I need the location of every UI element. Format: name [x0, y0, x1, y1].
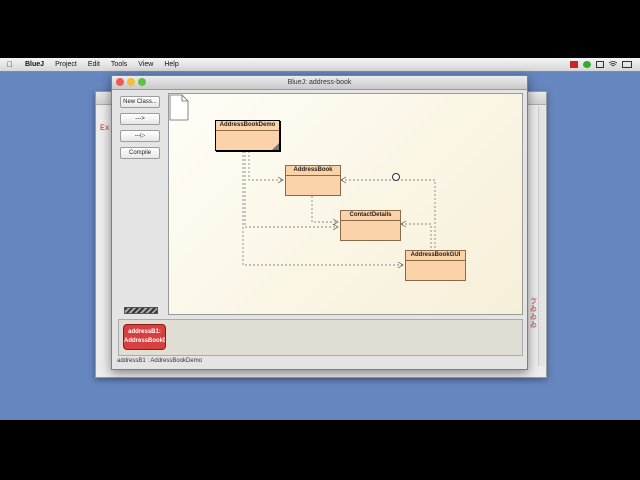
- apple-menu-icon[interactable]: : [0, 60, 20, 69]
- mouse-cursor: [392, 173, 400, 181]
- desktop:  BlueJ Project Edit Tools View Help Ex …: [0, 58, 640, 420]
- inherits-arrow-button[interactable]: ---▷: [120, 130, 160, 142]
- display-icon[interactable]: [596, 61, 604, 68]
- uncompiled-hatching: [272, 143, 279, 150]
- window-titlebar[interactable]: BlueJ: address-book: [112, 76, 527, 90]
- object-addressb1[interactable]: addressB1: AddressBookD: [123, 324, 166, 350]
- class-name: AddressBookGUI: [410, 252, 461, 258]
- class-addressbook[interactable]: AddressBook: [285, 165, 341, 196]
- wifi-icon[interactable]: [608, 61, 618, 68]
- object-bench[interactable]: addressB1: AddressBookD: [118, 319, 523, 356]
- mac-menubar:  BlueJ Project Edit Tools View Help: [0, 58, 640, 72]
- menu-edit[interactable]: Edit: [83, 58, 106, 71]
- class-addressbookgui[interactable]: AddressBookGUI: [405, 250, 466, 281]
- menu-view[interactable]: View: [133, 58, 159, 71]
- uses-arrow-button[interactable]: --->: [120, 113, 160, 125]
- tool-panel: New Class... ---> ---▷ Compile: [120, 96, 160, 164]
- window-title: BlueJ: address-book: [287, 79, 352, 86]
- class-diagram-canvas[interactable]: AddressBookDemo AddressBook ContactDetai…: [168, 93, 523, 315]
- menu-help[interactable]: Help: [159, 58, 184, 71]
- sync-icon[interactable]: [583, 61, 591, 68]
- battery-icon[interactable]: [622, 61, 632, 68]
- readme-document-icon[interactable]: [169, 94, 189, 121]
- class-name: AddressBook: [293, 167, 333, 173]
- background-code-text: Ex: [100, 124, 110, 133]
- object-name: addressB1:: [128, 329, 161, 335]
- class-contactdetails[interactable]: ContactDetails: [340, 210, 401, 241]
- class-addressbookdemo[interactable]: AddressBookDemo: [215, 120, 280, 151]
- status-bar: addressB1 : AddressBookDemo: [117, 358, 203, 364]
- class-name: AddressBookDemo: [219, 122, 276, 128]
- machine-activity-indicator: [124, 307, 158, 314]
- background-scrollbar[interactable]: [538, 106, 545, 366]
- new-class-button[interactable]: New Class...: [120, 96, 160, 108]
- bluej-project-window: BlueJ: address-book New Class... ---> --…: [111, 75, 528, 370]
- object-type: AddressBookD: [124, 338, 166, 344]
- status-red-icon[interactable]: [570, 61, 578, 68]
- menu-tools[interactable]: Tools: [106, 58, 133, 71]
- menu-project[interactable]: Project: [50, 58, 83, 71]
- class-name: ContactDetails: [349, 212, 392, 218]
- menu-bluej[interactable]: BlueJ: [20, 58, 50, 71]
- compile-button[interactable]: Compile: [120, 147, 160, 159]
